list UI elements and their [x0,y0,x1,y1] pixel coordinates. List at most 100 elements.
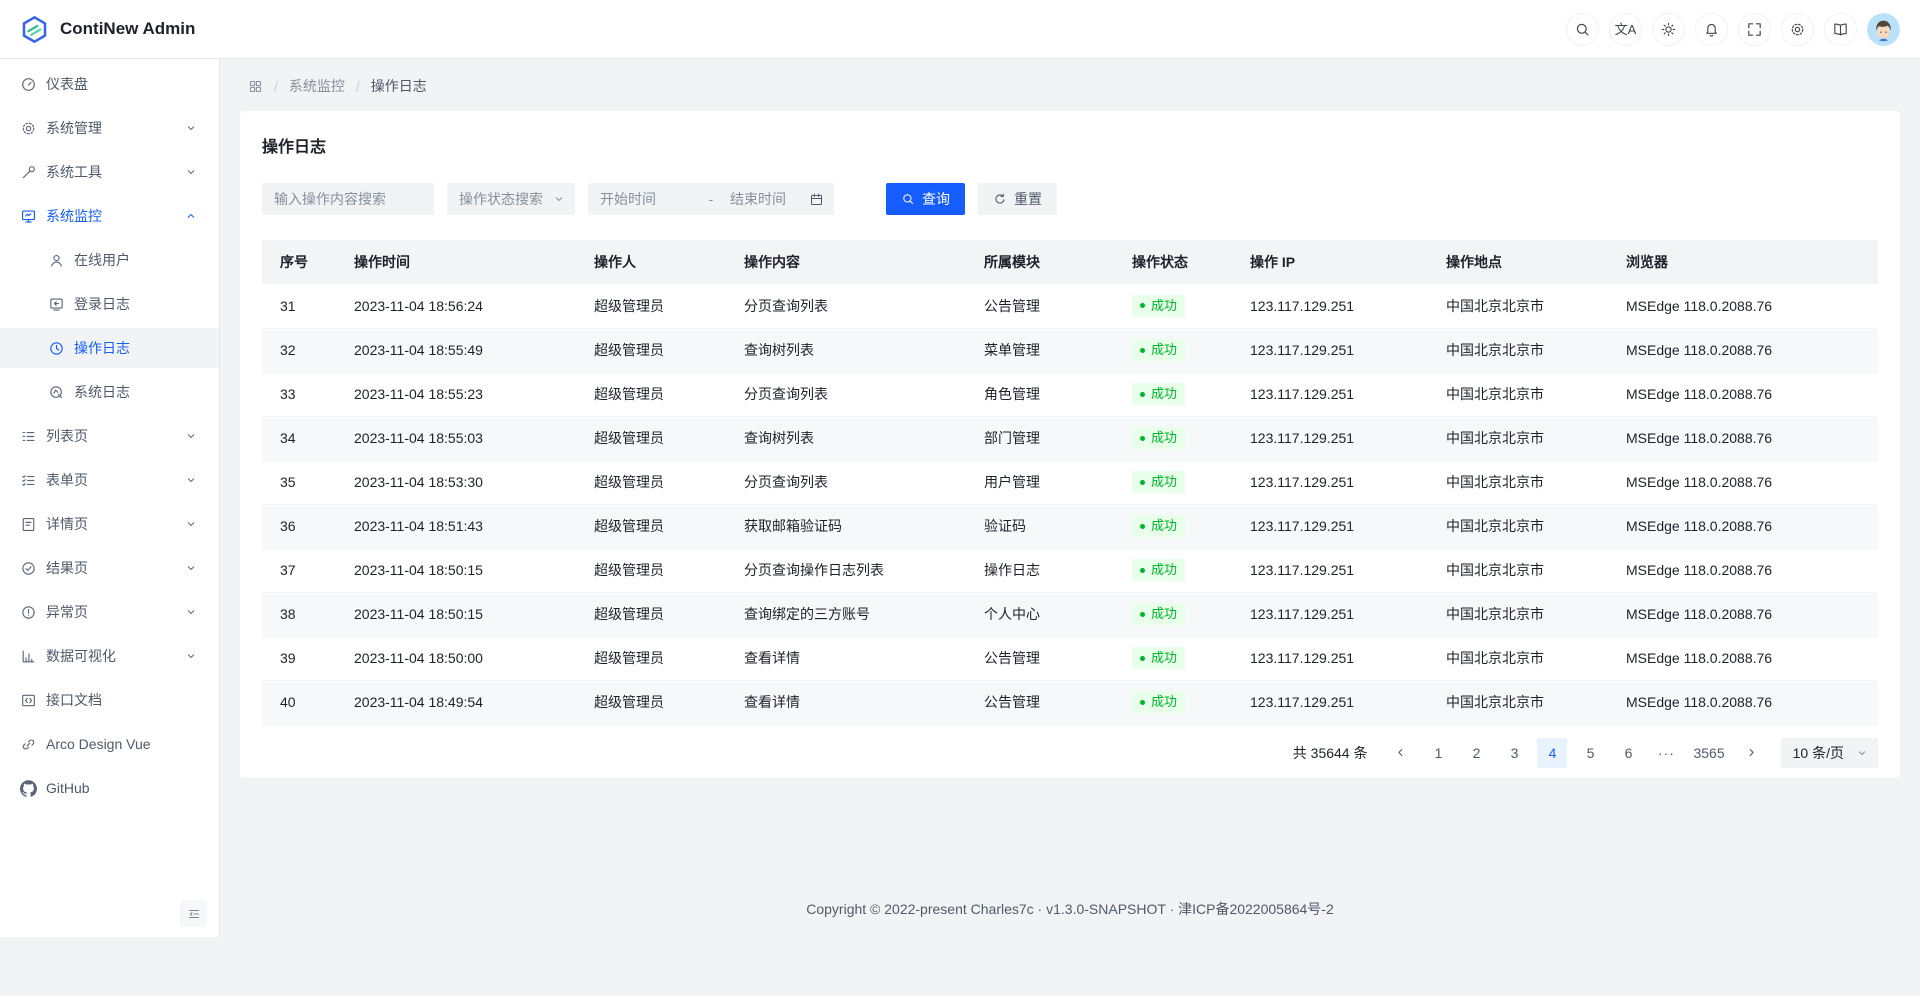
cell-ip: 123.117.129.251 [1238,504,1434,548]
cell-status: 成功 [1120,592,1238,636]
table-row: 332023-11-04 18:55:23超级管理员分页查询列表角色管理成功12… [262,372,1878,416]
table-header: 序号操作时间操作人操作内容所属模块操作状态操作 IP操作地点浏览器 [262,240,1878,284]
sidebar-item-label: 系统工具 [46,162,102,182]
sidebar-item-online-users[interactable]: 在线用户 [0,240,219,280]
gear-icon [20,120,37,137]
sidebar-item-login-log[interactable]: 登录日志 [0,284,219,324]
sidebar-item-label: 表单页 [46,470,88,490]
fullscreen-button[interactable] [1738,13,1771,46]
login-icon [48,296,65,313]
cell-location: 中国北京北京市 [1434,680,1614,724]
page-number-5[interactable]: 5 [1575,738,1605,768]
status-select[interactable]: 操作状态搜索 [447,183,575,215]
cell-user: 超级管理员 [582,636,732,680]
sidebar-item-dashboard[interactable]: 仪表盘 [0,64,219,104]
filter-bar: 操作状态搜索 开始时间 - 结束时间 查询 重置 [262,183,1884,215]
page-ellipsis: ··· [1651,738,1681,768]
settings-button[interactable] [1781,13,1814,46]
cell-browser: MSEdge 118.0.2088.76 [1614,680,1878,724]
cell-time: 2023-11-04 18:53:30 [342,460,582,504]
column-header: 操作时间 [342,240,582,284]
sidebar-item-api-docs[interactable]: 接口文档 [0,680,219,720]
cell-ip: 123.117.129.251 [1238,416,1434,460]
sidebar-collapse-button[interactable] [180,900,207,927]
date-range-picker[interactable]: 开始时间 - 结束时间 [588,183,834,215]
chevron-down-icon [1856,747,1868,759]
docs-button[interactable] [1824,13,1857,46]
avatar-icon [1867,13,1900,46]
cell-content: 分页查询列表 [732,460,972,504]
table-body: 312023-11-04 18:56:24超级管理员分页查询列表公告管理成功12… [262,284,1878,724]
page-size-value: 10 条/页 [1793,743,1844,763]
header-actions: 文A [1566,13,1900,46]
sidebar-item-detail-page[interactable]: 详情页 [0,504,219,544]
chevron-right-icon [1745,746,1758,759]
status-badge: 成功 [1132,427,1185,449]
grid-icon[interactable] [248,79,263,94]
cell-no: 31 [262,284,342,328]
column-header: 操作人 [582,240,732,284]
cell-ip: 123.117.129.251 [1238,592,1434,636]
sidebar-item-arco-design-vue[interactable]: Arco Design Vue [0,724,219,764]
cell-module: 角色管理 [972,372,1120,416]
cell-location: 中国北京北京市 [1434,504,1614,548]
status-badge: 成功 [1132,471,1185,493]
top-header: ContiNew Admin 文A [0,0,1920,59]
page-number-1[interactable]: 1 [1423,738,1453,768]
breadcrumb-item-parent[interactable]: 系统监控 [289,76,345,96]
cell-user: 超级管理员 [582,372,732,416]
sidebar-item-exception-page[interactable]: 异常页 [0,592,219,632]
content-search-input[interactable] [262,183,434,215]
sidebar-item-system-management[interactable]: 系统管理 [0,108,219,148]
reset-button[interactable]: 重置 [978,183,1057,215]
table-row: 342023-11-04 18:55:03超级管理员查询树列表部门管理成功123… [262,416,1878,460]
refresh-icon [993,192,1007,206]
notifications-button[interactable] [1695,13,1728,46]
prev-page-button[interactable] [1385,738,1415,768]
cell-no: 38 [262,592,342,636]
cell-browser: MSEdge 118.0.2088.76 [1614,592,1878,636]
cell-ip: 123.117.129.251 [1238,548,1434,592]
cell-user: 超级管理员 [582,592,732,636]
page-number-2[interactable]: 2 [1461,738,1491,768]
sidebar-menu: 仪表盘系统管理系统工具系统监控在线用户登录日志操作日志系统日志列表页表单页详情页… [0,64,219,892]
chevron-down-icon [185,474,197,486]
next-page-button[interactable] [1737,738,1767,768]
cell-user: 超级管理员 [582,680,732,724]
status-dot-icon [1140,524,1145,529]
table-row: 372023-11-04 18:50:15超级管理员分页查询操作日志列表操作日志… [262,548,1878,592]
cell-status: 成功 [1120,284,1238,328]
translate-button[interactable]: 文A [1609,13,1642,46]
syslog-icon [48,384,65,401]
app-logo[interactable]: ContiNew Admin [20,15,195,44]
status-dot-icon [1140,700,1145,705]
cell-module: 公告管理 [972,636,1120,680]
sidebar-item-system-log[interactable]: 系统日志 [0,372,219,412]
status-text: 成功 [1151,298,1177,314]
sidebar-item-github[interactable]: GitHub [0,768,219,808]
sidebar-item-list-page[interactable]: 列表页 [0,416,219,456]
status-text: 成功 [1151,474,1177,490]
calendar-icon [809,192,824,207]
page-number-3565[interactable]: 3565 [1689,738,1728,768]
user-avatar[interactable] [1867,13,1900,46]
cell-ip: 123.117.129.251 [1238,284,1434,328]
sidebar-item-result-page[interactable]: 结果页 [0,548,219,588]
theme-button[interactable] [1652,13,1685,46]
page-size-select[interactable]: 10 条/页 [1781,738,1878,768]
cell-status: 成功 [1120,680,1238,724]
page-number-4[interactable]: 4 [1537,738,1567,768]
cell-content: 分页查询列表 [732,372,972,416]
sidebar-item-data-visualization[interactable]: 数据可视化 [0,636,219,676]
column-header: 操作 IP [1238,240,1434,284]
sidebar-item-operation-log[interactable]: 操作日志 [0,328,219,368]
sidebar-item-form-page[interactable]: 表单页 [0,460,219,500]
search-icon [1574,21,1591,38]
page-number-3[interactable]: 3 [1499,738,1529,768]
sidebar-item-system-tools[interactable]: 系统工具 [0,152,219,192]
search-button[interactable]: 查询 [886,183,965,215]
cell-location: 中国北京北京市 [1434,460,1614,504]
sidebar-item-system-monitor[interactable]: 系统监控 [0,196,219,236]
search-button[interactable] [1566,13,1599,46]
page-number-6[interactable]: 6 [1613,738,1643,768]
